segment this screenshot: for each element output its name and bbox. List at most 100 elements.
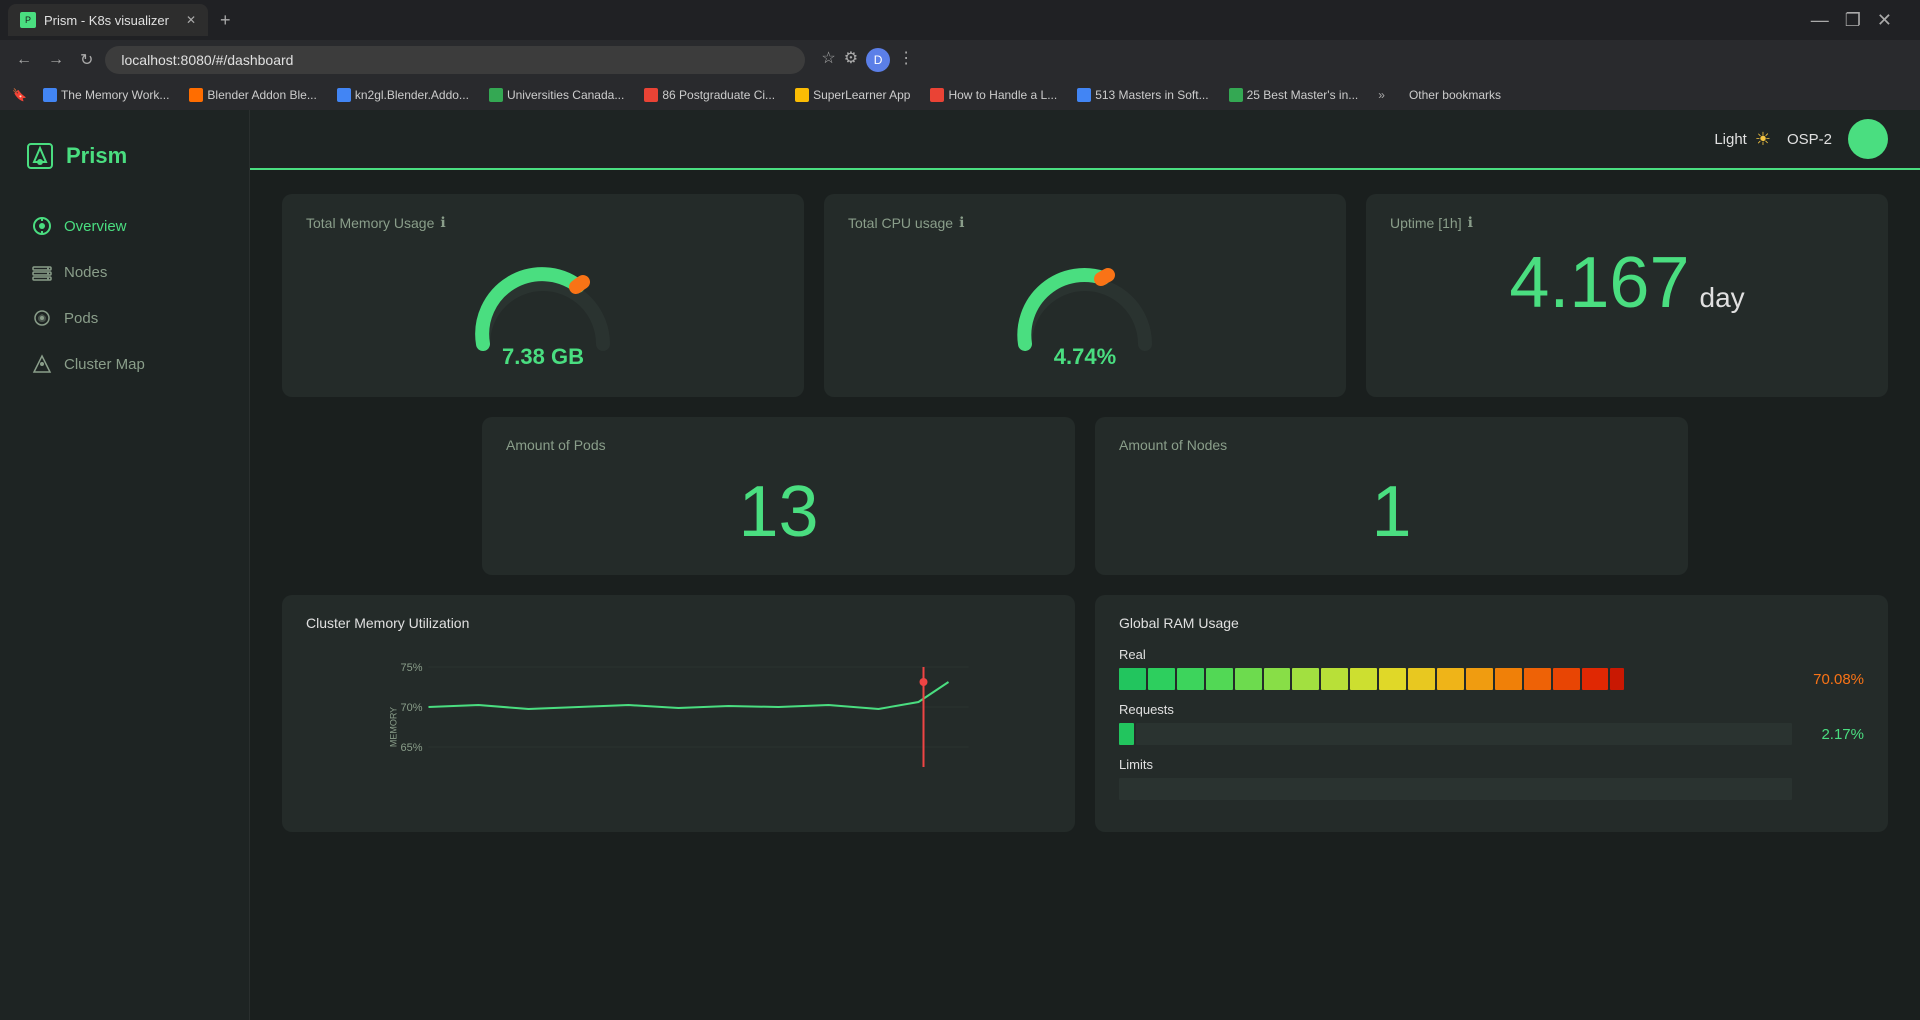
- main-content: Light ☀ OSP-2 Total Memory Usage ℹ: [250, 110, 1920, 1020]
- bookmark-item[interactable]: How to Handle a L...: [922, 86, 1065, 104]
- pods-count-title: Amount of Pods: [506, 437, 1051, 453]
- tab-favicon: P: [20, 12, 36, 28]
- overview-icon: [32, 216, 52, 236]
- other-bookmarks-label: Other bookmarks: [1409, 88, 1501, 102]
- extensions-icon[interactable]: ⚙: [844, 48, 858, 72]
- sidebar-item-label: Nodes: [64, 264, 107, 281]
- restore-button[interactable]: ❐: [1845, 10, 1861, 31]
- pods-icon: [32, 308, 52, 328]
- ram-limits-label: Limits: [1119, 757, 1864, 772]
- sidebar-item-label: Pods: [64, 310, 98, 327]
- bookmark-label: SuperLearner App: [813, 88, 910, 102]
- charts-row: Cluster Memory Utilization 75% 70% 65%: [282, 595, 1888, 832]
- browser-controls: ← → ↻ localhost:8080/#/dashboard ☆ ⚙ D ⋮: [0, 40, 1920, 80]
- dashboard-body: Total Memory Usage ℹ 7.38 GB: [250, 170, 1920, 856]
- nodes-count-title: Amount of Nodes: [1119, 437, 1664, 453]
- browser-actions: ☆ ⚙ D ⋮: [821, 48, 914, 72]
- memory-utilization-chart: Cluster Memory Utilization 75% 70% 65%: [282, 595, 1075, 832]
- cpu-gauge: 4.74%: [848, 247, 1322, 377]
- bookmark-item[interactable]: Blender Addon Ble...: [181, 86, 324, 104]
- more-bookmarks[interactable]: »: [1370, 86, 1393, 104]
- svg-text:75%: 75%: [400, 662, 422, 674]
- memory-gauge: 7.38 GB: [306, 247, 780, 377]
- ram-requests-bar: [1119, 723, 1792, 745]
- cpu-value: 4.74%: [1054, 344, 1116, 370]
- back-button[interactable]: ←: [12, 47, 36, 73]
- app-header: Light ☀ OSP-2: [250, 110, 1920, 170]
- cpu-gauge-svg: [1005, 254, 1165, 354]
- cpu-card-title: Total CPU usage ℹ: [848, 214, 1322, 231]
- ram-limits-bar: [1119, 778, 1792, 800]
- ram-real-section: Real: [1119, 647, 1864, 690]
- memory-value: 7.38 GB: [502, 344, 584, 370]
- other-bookmarks[interactable]: Other bookmarks: [1401, 86, 1509, 104]
- logo: Prism: [0, 130, 249, 202]
- bookmark-item[interactable]: 25 Best Master's in...: [1221, 86, 1367, 104]
- tab-title: Prism - K8s visualizer: [44, 13, 169, 28]
- bookmark-label: How to Handle a L...: [948, 88, 1057, 102]
- ram-requests-percentage: 2.17%: [1804, 726, 1864, 743]
- memory-utilization-area: 75% 70% 65% MEMORY: [306, 647, 1051, 787]
- uptime-unit: day: [1700, 282, 1745, 314]
- ram-real-bar-row: 70.08%: [1119, 668, 1864, 690]
- sidebar-item-overview[interactable]: Overview: [8, 204, 241, 248]
- bookmark-item[interactable]: The Memory Work...: [35, 86, 177, 104]
- bookmark-item[interactable]: 513 Masters in Soft...: [1069, 86, 1216, 104]
- theme-toggle[interactable]: Light ☀: [1714, 129, 1771, 150]
- uptime-number: 4.167: [1509, 247, 1689, 319]
- prism-logo-icon: [24, 140, 56, 172]
- memory-info-icon[interactable]: ℹ: [440, 214, 445, 231]
- bookmarks-icon: 🔖: [12, 88, 27, 102]
- bookmark-page-icon[interactable]: ☆: [821, 48, 835, 72]
- minimize-button[interactable]: —: [1811, 10, 1829, 31]
- profile-icon[interactable]: D: [866, 48, 890, 72]
- bookmark-label: Blender Addon Ble...: [207, 88, 316, 102]
- bookmark-item[interactable]: 86 Postgraduate Ci...: [636, 86, 783, 104]
- uptime-info-icon[interactable]: ℹ: [1468, 214, 1473, 231]
- memory-card-title: Total Memory Usage ℹ: [306, 214, 780, 231]
- sidebar: Prism Overview Nodes: [0, 110, 250, 1020]
- theme-label: Light: [1714, 131, 1747, 148]
- metrics-row: Total Memory Usage ℹ 7.38 GB: [282, 194, 1888, 397]
- ram-requests-bar-row: 2.17%: [1119, 723, 1864, 745]
- browser-tab-active[interactable]: P Prism - K8s visualizer ✕: [8, 4, 208, 36]
- logo-text: Prism: [66, 143, 127, 169]
- ram-requests-section: Requests 2.17%: [1119, 702, 1864, 745]
- tab-close-button[interactable]: ✕: [186, 13, 196, 27]
- memory-utilization-title: Cluster Memory Utilization: [306, 615, 1051, 631]
- reload-button[interactable]: ↻: [76, 46, 97, 74]
- bookmark-item[interactable]: SuperLearner App: [787, 86, 918, 104]
- bookmarks-bar: 🔖 The Memory Work... Blender Addon Ble..…: [0, 80, 1920, 110]
- memory-gauge-svg: [463, 254, 623, 354]
- bookmark-label: The Memory Work...: [61, 88, 169, 102]
- nodes-icon: [32, 262, 52, 282]
- close-window-button[interactable]: ✕: [1877, 10, 1892, 31]
- forward-button[interactable]: →: [44, 47, 68, 73]
- address-bar[interactable]: localhost:8080/#/dashboard: [105, 46, 805, 74]
- memory-chart-svg: 75% 70% 65% MEMORY: [306, 647, 1051, 787]
- cpu-info-icon[interactable]: ℹ: [959, 214, 964, 231]
- ram-real-label: Real: [1119, 647, 1864, 662]
- sidebar-item-nodes[interactable]: Nodes: [8, 250, 241, 294]
- ram-requests-label: Requests: [1119, 702, 1864, 717]
- global-ram-title: Global RAM Usage: [1119, 615, 1864, 631]
- svg-text:65%: 65%: [400, 742, 422, 754]
- bookmark-label: Universities Canada...: [507, 88, 624, 102]
- browser-chrome: P Prism - K8s visualizer ✕ + — ❐ ✕ ← → ↻…: [0, 0, 1920, 110]
- browser-titlebar: P Prism - K8s visualizer ✕ + — ❐ ✕: [0, 0, 1920, 40]
- counts-row: Amount of Pods 13 Amount of Nodes 1: [282, 417, 1888, 575]
- bookmark-label: kn2gl.Blender.Addo...: [355, 88, 469, 102]
- sidebar-item-cluster-map[interactable]: Cluster Map: [8, 342, 241, 386]
- bookmark-item[interactable]: kn2gl.Blender.Addo...: [329, 86, 477, 104]
- bookmark-item[interactable]: Universities Canada...: [481, 86, 632, 104]
- ram-real-bar: [1119, 668, 1792, 690]
- more-options-icon[interactable]: ⋮: [898, 48, 914, 72]
- user-avatar[interactable]: [1848, 119, 1888, 159]
- sidebar-item-pods[interactable]: Pods: [8, 296, 241, 340]
- new-tab-button[interactable]: +: [212, 6, 239, 35]
- sun-icon: ☀: [1755, 129, 1771, 150]
- sidebar-item-label: Cluster Map: [64, 356, 145, 373]
- nodes-count-value: 1: [1119, 469, 1664, 555]
- bookmark-label: 86 Postgraduate Ci...: [662, 88, 775, 102]
- global-ram-chart: Global RAM Usage Real: [1095, 595, 1888, 832]
